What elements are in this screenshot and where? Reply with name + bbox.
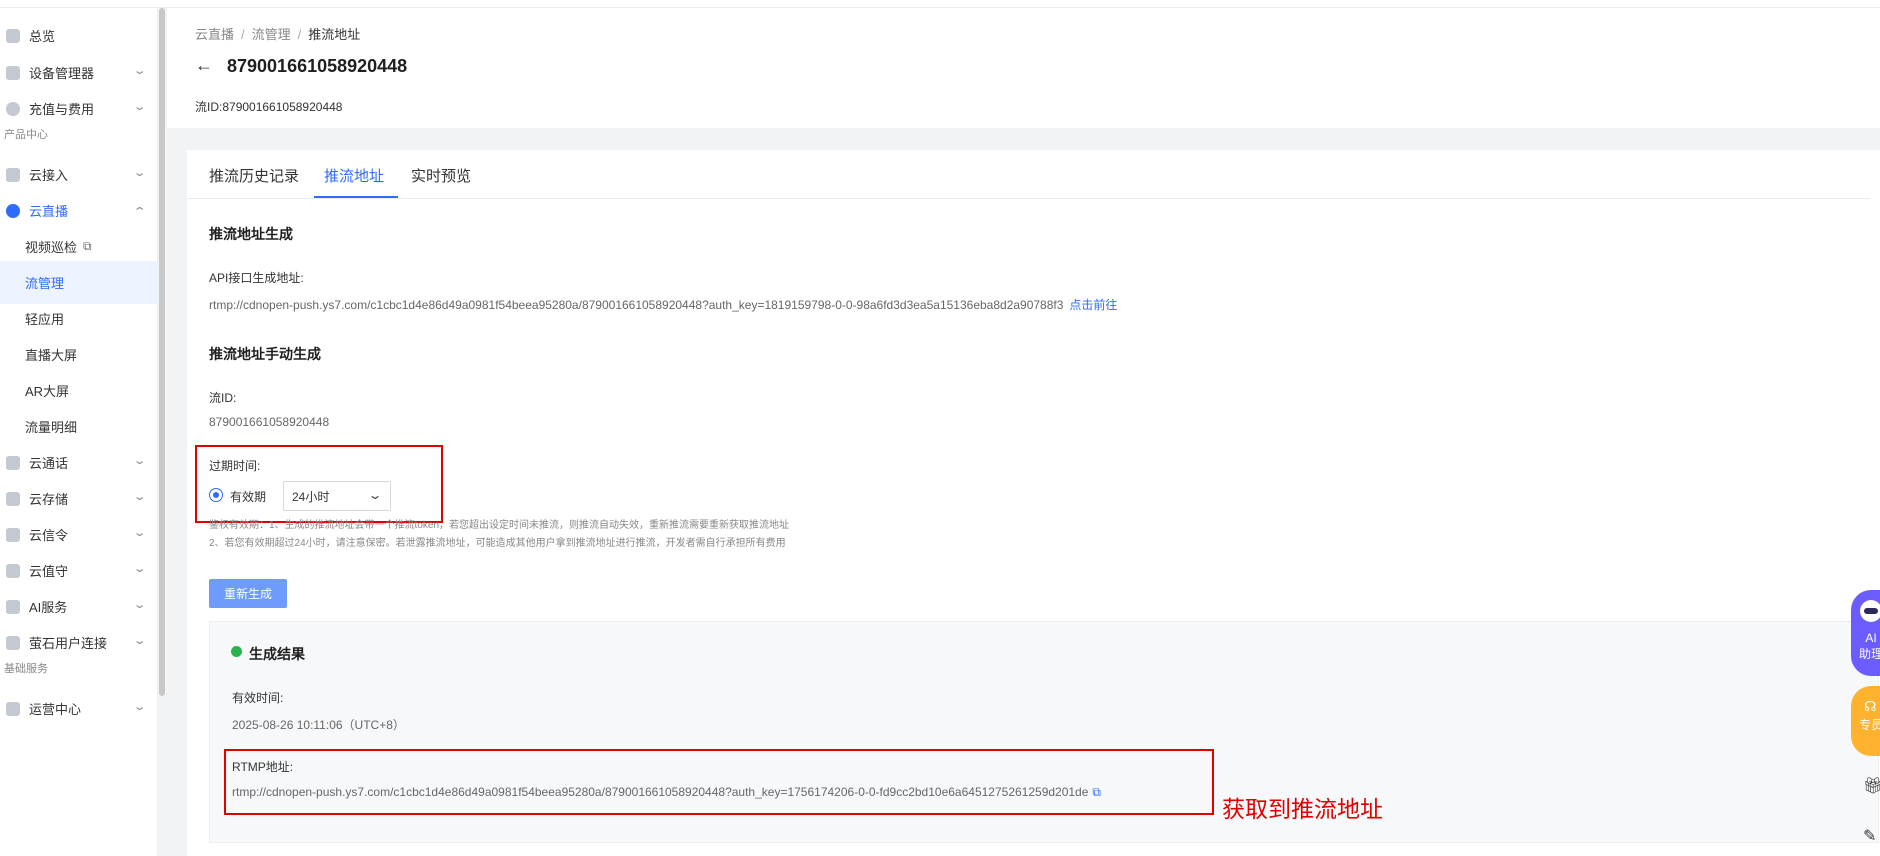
headset-icon: ☊: [1864, 698, 1877, 714]
valid-time-label: 有效时间:: [232, 691, 284, 705]
back-arrow-icon[interactable]: ←: [195, 55, 213, 76]
sidebar-item-label: 云信令: [29, 528, 69, 543]
annotation-text: 获取到推流地址: [1222, 796, 1383, 822]
chevron-down-icon: ⌄: [132, 167, 147, 179]
breadcrumb-link[interactable]: 云直播: [195, 27, 234, 42]
api-label: API接口生成地址:: [209, 271, 304, 285]
sidebar-item-label: 萤石用户连接: [29, 636, 108, 651]
chevron-down-icon: ⌄: [132, 563, 147, 575]
chevron-down-icon: ⌄: [367, 488, 383, 502]
sidebar-item-billing[interactable]: 充值与费用 ⌄: [0, 87, 158, 130]
success-check-icon: [231, 646, 242, 657]
chevron-down-icon: ⌄: [132, 455, 147, 467]
tab-push-address[interactable]: 推流地址: [324, 165, 384, 186]
chevron-down-icon: ⌄: [132, 491, 147, 503]
sidebar-item-label: 云直播: [29, 204, 69, 219]
sidebar-item-label: 设备管理器: [29, 66, 95, 81]
sidebar-item-user-connect[interactable]: 萤石用户连接 ⌄: [0, 621, 158, 664]
message-icon: [6, 527, 20, 542]
chevron-down-icon: ⌄: [132, 65, 147, 77]
validity-radio[interactable]: [209, 488, 223, 502]
sidebar-item-label: AR大屏: [25, 384, 70, 399]
specialist-button[interactable]: ☊ 专员: [1851, 686, 1880, 756]
cloud-icon: [6, 203, 20, 218]
chevron-down-icon: ⌄: [132, 101, 147, 113]
sidebar-item-label: 充值与费用: [29, 102, 95, 117]
specialist-label: 专员: [1858, 718, 1880, 732]
sidebar-item-label: 视频巡检: [25, 240, 78, 255]
expire-label: 过期时间:: [209, 459, 261, 473]
breadcrumb-current: 推流地址: [308, 27, 361, 42]
sidebar-item-label: 云存储: [29, 492, 69, 507]
result-title: 生成结果: [249, 646, 305, 662]
highlight-box-rtmp: [224, 749, 1214, 815]
tab-live-preview[interactable]: 实时预览: [411, 165, 471, 186]
regenerate-button[interactable]: 重新生成: [209, 579, 287, 608]
page-title: 879001661058920448: [227, 56, 408, 76]
feedback-icon[interactable]: ✎: [1863, 826, 1876, 846]
stream-id-line: 流ID:879001661058920448: [195, 98, 342, 115]
page-header: 云直播 / 流管理 / 推流地址 ← 879001661058920448 流ID:87…: [167, 8, 1880, 128]
stream-id-label: 流ID:: [209, 391, 237, 405]
sidebar-item-operations[interactable]: 运营中心 ⌄: [0, 687, 158, 730]
section-title-push-generate: 推流地址生成: [209, 226, 293, 242]
home-icon: [6, 28, 20, 43]
sidebar-item-label: 云通话: [29, 456, 69, 471]
valid-time-value: 2025-08-26 10:11:06（UTC+8）: [232, 718, 405, 732]
sidebar-item-label: 总览: [29, 29, 56, 44]
section-title-manual-generate: 推流地址手动生成: [209, 346, 321, 362]
sidebar-item-label: 轻应用: [25, 312, 65, 327]
chevron-down-icon: ⌄: [132, 599, 147, 611]
ai-puzzle-icon: [6, 599, 20, 614]
ai-assistant-button[interactable]: AI 助理: [1851, 590, 1880, 676]
expire-select-value: 24小时: [292, 489, 330, 504]
coin-icon: [6, 101, 20, 116]
validity-radio-label: 有效期: [230, 490, 267, 504]
ai-label: AI: [1865, 631, 1877, 645]
chevron-down-icon: ⌄: [132, 527, 147, 539]
api-url-text: rtmp://cdnopen-push.ys7.com/c1cbc1d4e86d…: [209, 298, 1064, 312]
hint-text-1: 鉴权有效期：1、生成的推流地址会带一个推流token，若您超出设定时间未推流，则…: [209, 520, 790, 531]
sidebar-item-label: AI服务: [29, 600, 68, 615]
breadcrumb-link[interactable]: 流管理: [252, 27, 291, 42]
sidebar-item-label: 云接入: [29, 168, 69, 183]
storage-icon: [6, 491, 20, 506]
breadcrumb: 云直播 / 流管理 / 推流地址: [195, 27, 361, 42]
tab-push-history[interactable]: 推流历史记录: [209, 165, 299, 186]
chart-icon: [6, 701, 20, 716]
stream-id-value: 879001661058920448: [222, 100, 343, 114]
section-title-product: 产品中心: [4, 129, 48, 141]
ai-label-2: 助理: [1858, 647, 1880, 661]
api-go-link[interactable]: 点击前往: [1069, 298, 1117, 312]
chevron-up-icon: ⌄: [132, 204, 147, 216]
sidebar-item-label: 流量明细: [25, 420, 78, 435]
tabs-bar: 推流历史记录 推流地址 实时预览: [187, 150, 1870, 199]
top-bar: [0, 0, 1880, 8]
grid-icon: [6, 635, 20, 650]
api-url: rtmp://cdnopen-push.ys7.com/c1cbc1d4e86d…: [209, 296, 1117, 313]
server-icon: [6, 65, 20, 80]
section-title-basic: 基础服务: [4, 663, 48, 675]
stream-id-value: 879001661058920448: [209, 415, 330, 429]
house-icon: [6, 563, 20, 578]
gift-icon[interactable]: 🎁︎: [1863, 776, 1880, 796]
sidebar: 总览 设备管理器 ⌄ 充值与费用 ⌄ 产品中心 云接入 ⌄ 云直播 ⌄ 视频巡检…: [0, 8, 158, 856]
sidebar-scrollbar[interactable]: [159, 8, 165, 696]
robot-icon: [1860, 600, 1880, 622]
external-link-icon: ⧉: [83, 239, 92, 253]
sidebar-item-label: 直播大屏: [25, 348, 78, 363]
expire-select[interactable]: 24小时 ⌄: [283, 481, 391, 511]
chevron-down-icon: ⌄: [132, 701, 147, 713]
phone-icon: [6, 455, 20, 470]
chevron-down-icon: ⌄: [132, 635, 147, 647]
sidebar-item-label: 运营中心: [29, 702, 82, 717]
sidebar-item-label: 流管理: [25, 276, 65, 291]
shield-icon: [6, 167, 20, 182]
hint-text-2: 2、若您有效期超过24小时，请注意保密。若泄露推流地址，可能造成其他用户拿到推流…: [209, 538, 786, 549]
sidebar-item-label: 云值守: [29, 564, 69, 579]
stream-id-label: 流ID:: [195, 100, 223, 114]
tab-active-indicator: [314, 196, 398, 198]
